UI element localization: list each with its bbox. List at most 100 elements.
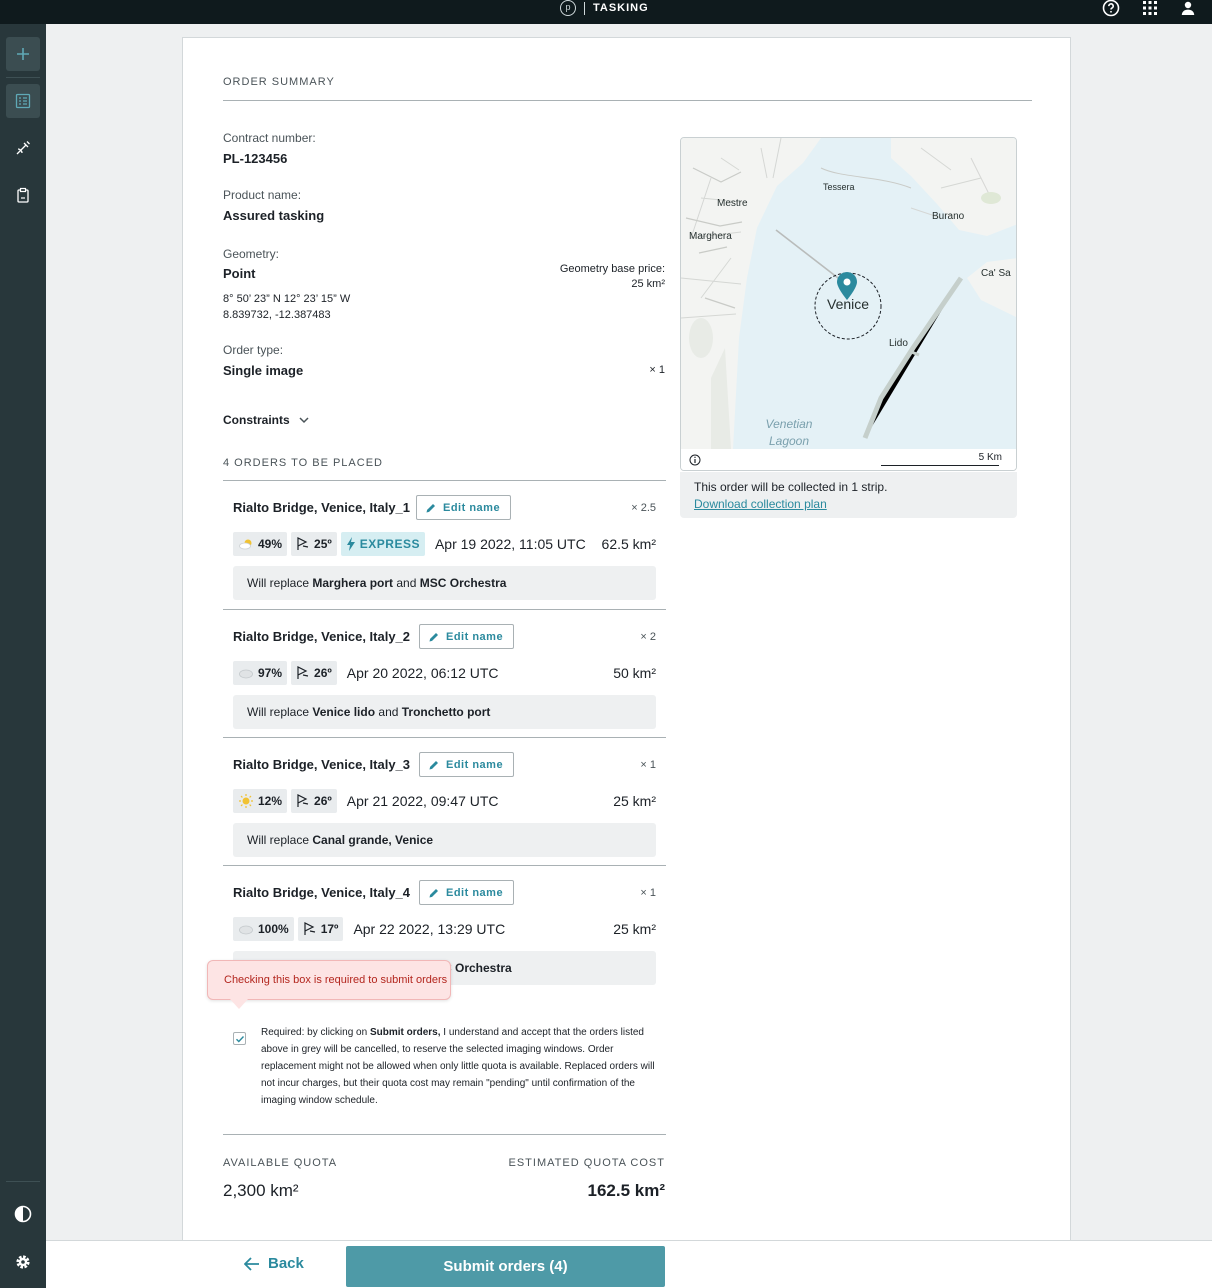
order-multiplier: × 2.5 [631, 502, 656, 514]
summary-title: ORDER SUMMARY [223, 76, 335, 88]
order-name: Rialto Bridge, Venice, Italy_3 [233, 757, 411, 772]
order-card: Rialto Bridge, Venice, Italy_2 Edit name… [223, 609, 666, 737]
angle-value: 25º [314, 537, 332, 551]
product-value: Assured tasking [223, 208, 325, 223]
order-area: 25 km² [613, 793, 656, 809]
info-icon[interactable] [689, 454, 701, 466]
app-title: TASKING [593, 2, 649, 14]
replacement-note: Will replace Venice lido and Tronchetto … [233, 695, 656, 729]
cloud-icon [239, 925, 253, 935]
express-label: EXPRESS [359, 537, 420, 551]
pencil-icon [429, 888, 438, 897]
back-button[interactable]: Back [244, 1255, 304, 1272]
sidebar-item-satellite[interactable] [6, 131, 40, 165]
replaced-order: Marghera port [312, 576, 394, 590]
theme-toggle-button[interactable] [6, 1197, 40, 1231]
orders-title: 4 ORDERS TO BE PLACED [223, 457, 383, 469]
contract-value: PL-123456 [223, 151, 288, 166]
sidebar-item-clipboard[interactable] [6, 178, 40, 212]
order-name: Rialto Bridge, Venice, Italy_1 [233, 500, 411, 515]
geometry-label: Geometry: [223, 247, 280, 261]
pencil-icon [429, 632, 438, 641]
replace-prefix: Will replace [247, 705, 313, 719]
replaced-order: Venice lido [312, 705, 376, 719]
map-view[interactable]: Tessera Mestre Burano Marghera Ca' Sa Li… [680, 137, 1017, 471]
settings-button[interactable] [6, 1245, 40, 1279]
replacement-note: Will replace Marghera port and MSC Orche… [233, 566, 656, 600]
edit-name-button[interactable]: Edit name [419, 752, 515, 777]
edit-name-label: Edit name [446, 886, 504, 899]
top-icons [1102, 0, 1196, 17]
cloud-cover-chip: 12% [233, 789, 288, 813]
available-quota-value: 2,300 km² [223, 1181, 299, 1200]
brand-divider [584, 1, 585, 15]
replace-prefix: Will replace [247, 576, 313, 590]
edit-name-button[interactable]: Edit name [419, 880, 515, 905]
express-badge: EXPRESS [340, 532, 425, 556]
order-name: Rialto Bridge, Venice, Italy_4 [233, 885, 411, 900]
angle-chip: 26º [291, 661, 337, 685]
pencil-icon [426, 503, 435, 512]
cloud-cover-value: 100% [258, 922, 289, 936]
consent-checkbox[interactable] [233, 1032, 246, 1045]
top-bar: p TASKING [0, 0, 1212, 24]
consent-bold: Submit orders, [369, 1027, 441, 1038]
replace-and: and [375, 705, 402, 719]
angle-chip: 17º [297, 917, 344, 941]
tooltip-arrow [230, 999, 248, 1009]
cloud-cover-value: 97% [258, 666, 283, 680]
divider [223, 1134, 666, 1135]
collection-info-text: This order will be collected in 1 strip. [694, 480, 888, 494]
map-footer: 5 Km [681, 449, 1016, 470]
cloud-cover-chip: 97% [233, 661, 288, 685]
consent-suffix: I understand and accept that the orders … [261, 1027, 655, 1106]
replaced-order: Canal grande, Venice [312, 833, 434, 847]
order-date: Apr 22 2022, 13:29 UTC [353, 921, 506, 937]
submit-orders-button[interactable]: Submit orders (4) [346, 1246, 665, 1287]
order-area: 62.5 km² [601, 536, 656, 552]
download-collection-plan-link[interactable]: Download collection plan [694, 497, 1017, 511]
main-area: ORDER SUMMARY Contract number: PL-123456… [46, 24, 1212, 1288]
apps-grid-icon[interactable] [1142, 0, 1158, 16]
cloud-cover-chip: 49% [233, 532, 288, 556]
order-chips: 100% 17º Apr 22 2022, 13:29 UTC [233, 917, 505, 941]
new-order-button[interactable] [6, 37, 40, 71]
order-date: Apr 19 2022, 11:05 UTC [434, 536, 586, 552]
order-multiplier: × 1 [640, 887, 656, 899]
map-label-burano: Burano [932, 211, 965, 222]
cloud-cover-value: 12% [258, 794, 283, 808]
contract-label: Contract number: [223, 131, 316, 145]
edit-name-label: Edit name [446, 630, 504, 643]
sidebar-divider [6, 77, 40, 78]
back-label: Back [268, 1255, 304, 1272]
gear-icon [16, 1255, 30, 1269]
edit-name-label: Edit name [443, 501, 501, 514]
collection-info: This order will be collected in 1 strip.… [680, 472, 1017, 518]
estimated-cost-value: 162.5 km² [587, 1181, 666, 1200]
order-multiplier: × 2 [640, 631, 656, 643]
replaced-order: Tronchetto port [401, 705, 491, 719]
map-label-ca-sa: Ca' Sa [981, 268, 1011, 279]
angle-icon [297, 666, 309, 679]
help-icon[interactable] [1102, 0, 1120, 17]
map-label-lido: Lido [889, 338, 908, 349]
orders-list-icon [15, 93, 31, 109]
edit-name-button[interactable]: Edit name [416, 495, 512, 520]
coordinates-decimal: 8.839732, -12.387483 [223, 309, 331, 321]
cloud-icon [239, 669, 253, 679]
edit-name-button[interactable]: Edit name [419, 624, 515, 649]
clipboard-icon [17, 187, 29, 203]
satellite-icon [16, 141, 30, 155]
estimated-cost-label: ESTIMATED QUOTA COST [508, 1157, 665, 1169]
order-chips: 12% 26º Apr 21 2022, 09:47 UTC [233, 789, 499, 813]
consent-text: Required: by clicking on Submit orders, … [261, 1024, 661, 1109]
plus-icon [17, 48, 29, 60]
sidebar-divider [6, 1181, 40, 1182]
cloud-cover-value: 49% [258, 537, 283, 551]
order-area: 25 km² [613, 921, 656, 937]
constraints-toggle[interactable]: Constraints [223, 413, 310, 427]
sidebar-item-orders[interactable] [6, 84, 40, 118]
user-icon[interactable] [1180, 0, 1196, 16]
divider [223, 100, 1032, 101]
angle-value: 26º [314, 794, 332, 808]
